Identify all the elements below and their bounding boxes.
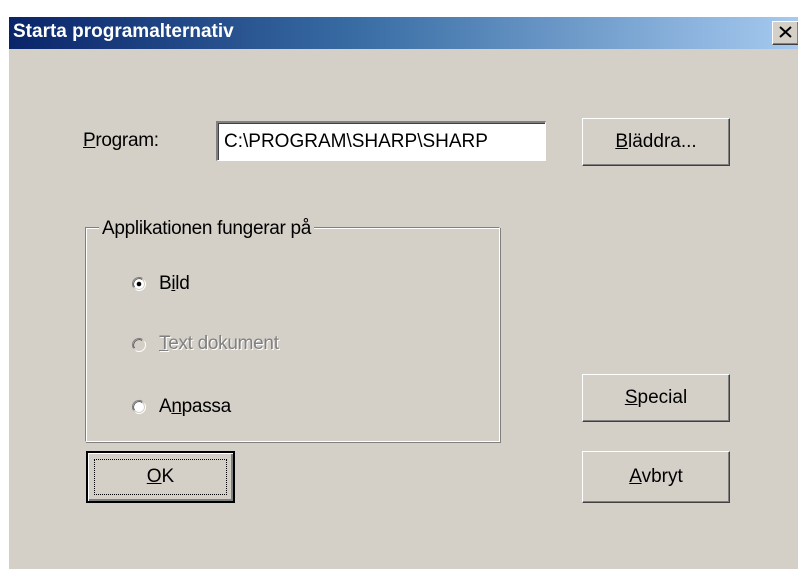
close-icon <box>779 26 792 38</box>
special-button[interactable]: Special <box>582 374 730 422</box>
cancel-button[interactable]: Avbryt <box>582 451 730 503</box>
title-bar[interactable]: Starta programalternativ <box>9 17 798 49</box>
radio-bild[interactable] <box>131 276 147 292</box>
ok-button[interactable]: OK <box>86 451 235 503</box>
close-button[interactable] <box>772 21 798 45</box>
window-title: Starta programalternativ <box>13 21 234 42</box>
radio-anpassa[interactable] <box>131 399 147 415</box>
radio-text-dokument[interactable] <box>131 337 147 353</box>
radio-text-dokument-label: Text dokument <box>159 333 279 354</box>
radio-dot <box>136 281 142 287</box>
browse-button[interactable]: Bläddra... <box>582 118 730 166</box>
dialog-window: Starta programalternativ Program: C:\PRO… <box>8 16 798 569</box>
focus-rectangle <box>94 459 227 495</box>
program-path-input[interactable]: C:\PROGRAM\SHARP\SHARP <box>216 121 546 161</box>
application-group-box <box>85 227 500 442</box>
radio-anpassa-label[interactable]: Anpassa <box>159 396 231 418</box>
program-label: Program: <box>83 130 159 151</box>
group-title: Applikationen fungerar på <box>99 218 315 240</box>
program-path-value: C:\PROGRAM\SHARP\SHARP <box>224 131 488 152</box>
radio-bild-label[interactable]: Bild <box>159 273 190 295</box>
